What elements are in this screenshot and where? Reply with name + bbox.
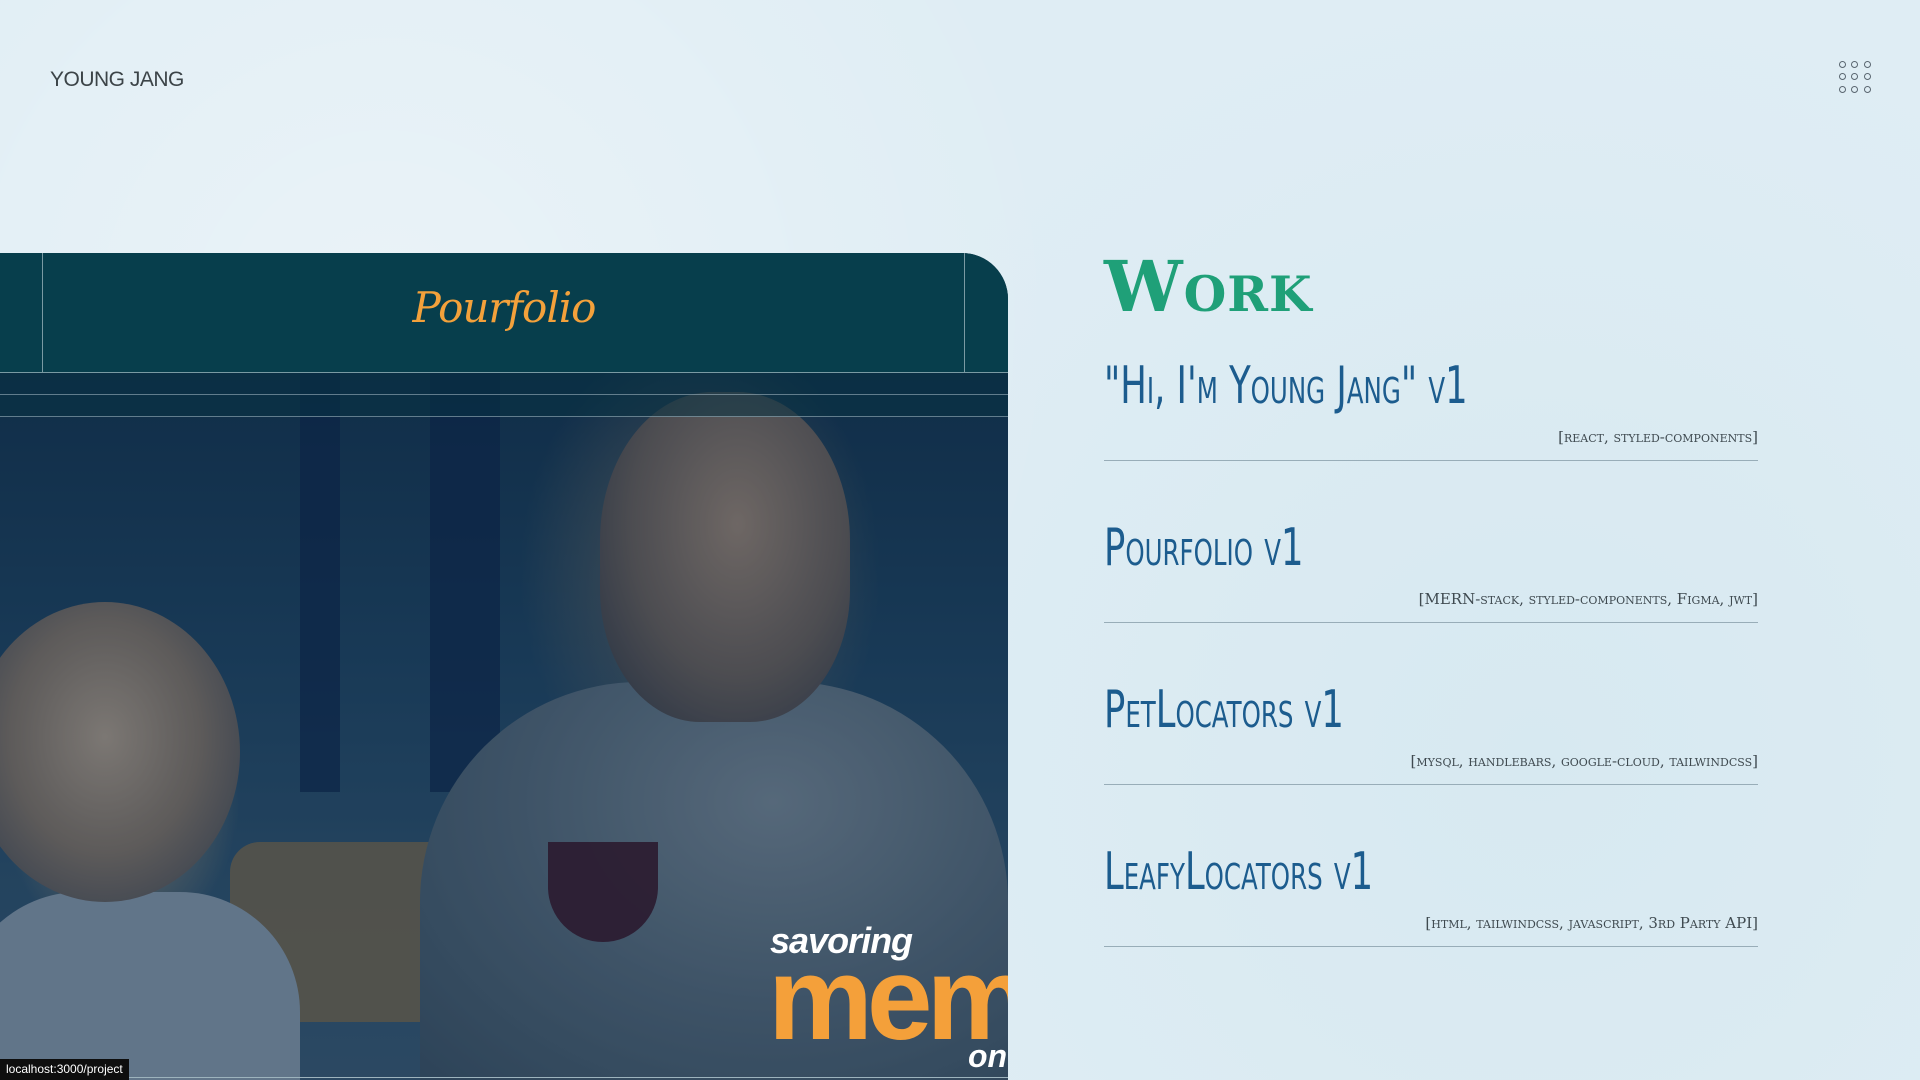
project-item-petlocators[interactable]: PetLocators v1 [mysql, handlebars, googl…: [1104, 676, 1758, 785]
project-name[interactable]: Pourfolio v1: [1104, 514, 1549, 582]
preview-logo: Pourfolio: [412, 283, 597, 332]
project-tags: [mysql, handlebars, google-cloud, tailwi…: [1410, 752, 1758, 770]
work-heading: Work: [1104, 245, 1313, 328]
brand-logo[interactable]: YOUNG JANG: [50, 68, 184, 92]
preview-tagline-small: savoring: [770, 920, 913, 961]
divider: [0, 1077, 1008, 1078]
browser-status-url: localhost:3000/project: [0, 1059, 129, 1080]
grid-dots-icon[interactable]: [1838, 60, 1872, 94]
project-name[interactable]: PetLocators v1: [1104, 676, 1549, 744]
project-item-leafylocators[interactable]: LeafyLocators v1 [html, tailwindcss, jav…: [1104, 838, 1758, 947]
project-name[interactable]: LeafyLocators v1: [1104, 838, 1549, 906]
project-tags: [MERN-stack, styled-components, Figma, j…: [1418, 590, 1758, 608]
preview-navbar: Pourfolio: [0, 253, 1008, 373]
preview-image: [0, 372, 1008, 1080]
project-item-pourfolio[interactable]: Pourfolio v1 [MERN-stack, styled-compone…: [1104, 514, 1758, 623]
project-tags: [html, tailwindcss, javascript, 3rd Part…: [1425, 914, 1758, 932]
project-name[interactable]: "Hi, I'm Young Jang" v1: [1104, 352, 1549, 420]
project-item-young-jang[interactable]: "Hi, I'm Young Jang" v1 [react, styled-c…: [1104, 352, 1758, 461]
project-tags: [react, styled-components]: [1558, 428, 1758, 446]
